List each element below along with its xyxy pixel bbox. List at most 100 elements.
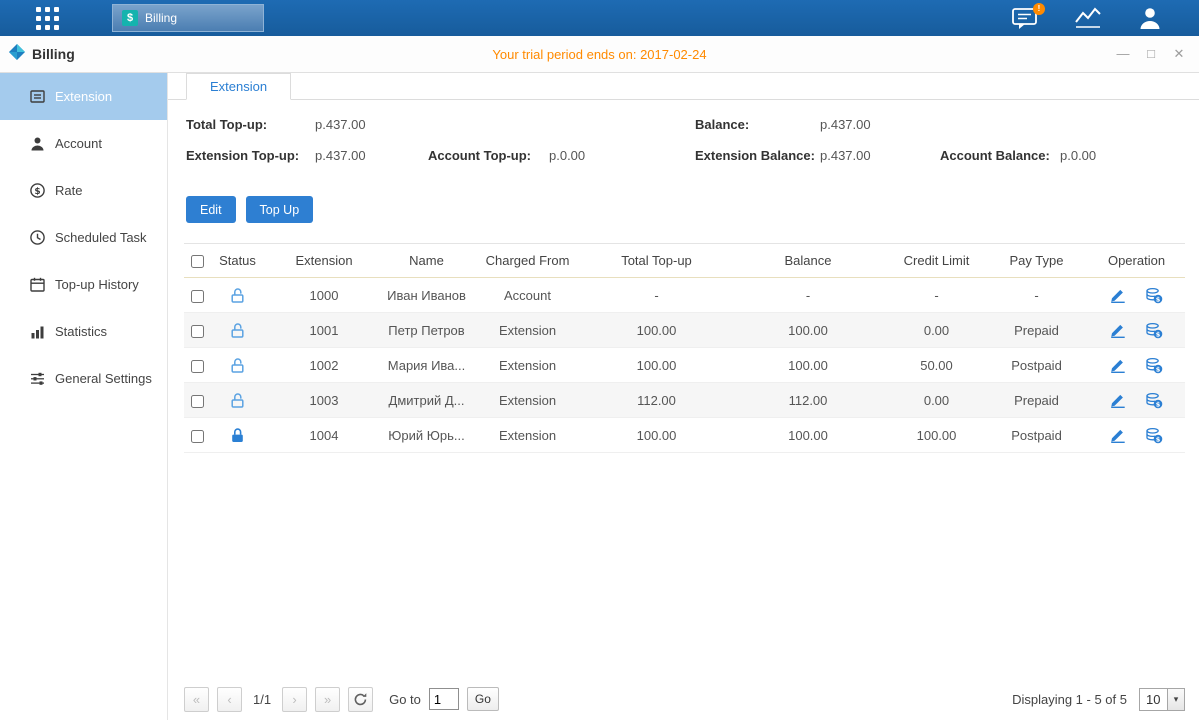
- cell-balance: 112.00: [728, 383, 888, 418]
- tab-extension[interactable]: Extension: [186, 73, 291, 100]
- table-row: 1000 Иван Иванов Account - - - - $: [184, 278, 1185, 313]
- topup-icon[interactable]: $: [1145, 287, 1163, 304]
- edit-icon[interactable]: [1110, 357, 1126, 373]
- cell-balance: 100.00: [728, 348, 888, 383]
- minimize-button[interactable]: —: [1115, 46, 1131, 62]
- chevron-down-icon: ▾: [1167, 689, 1184, 710]
- table-row: 1001 Петр Петров Extension 100.00 100.00…: [184, 313, 1185, 348]
- unlocked-icon[interactable]: [229, 322, 246, 339]
- row-checkbox[interactable]: [191, 395, 204, 408]
- apps-grid-icon[interactable]: [36, 7, 59, 30]
- col-name: Name: [383, 244, 470, 278]
- go-button[interactable]: Go: [467, 687, 499, 711]
- edit-icon[interactable]: [1110, 322, 1126, 338]
- cell-credit-limit: -: [888, 278, 985, 313]
- cell-total-topup: -: [585, 278, 728, 313]
- last-page-button[interactable]: »: [315, 687, 340, 712]
- svg-text:$: $: [1156, 435, 1161, 443]
- general-settings-icon: [29, 370, 46, 387]
- pagination-controls: « ‹ 1/1 › » Go to Go: [184, 687, 499, 712]
- cell-total-topup: 100.00: [585, 418, 728, 453]
- close-button[interactable]: ✕: [1171, 46, 1187, 62]
- extension-topup-label: Extension Top-up:: [186, 148, 299, 163]
- table-row: 1004 Юрий Юрь... Extension 100.00 100.00…: [184, 418, 1185, 453]
- col-pay-type: Pay Type: [985, 244, 1088, 278]
- cell-name: Дмитрий Д...: [383, 383, 470, 418]
- statistics-icon: [29, 323, 46, 340]
- window-controls: — □ ✕: [1115, 46, 1187, 62]
- row-checkbox[interactable]: [191, 325, 204, 338]
- messages-icon[interactable]: !: [1010, 6, 1039, 31]
- sidebar-item-label: General Settings: [55, 371, 152, 386]
- col-charged-from: Charged From: [470, 244, 585, 278]
- billing-dollar-icon: $: [122, 10, 138, 26]
- account-balance-value: p.0.00: [1060, 148, 1096, 163]
- cell-extension: 1004: [265, 418, 383, 453]
- sidebar-item-extension[interactable]: Extension: [0, 73, 167, 120]
- cell-pay-type: Prepaid: [985, 313, 1088, 348]
- cell-total-topup: 100.00: [585, 348, 728, 383]
- scheduled-task-icon: [29, 229, 46, 246]
- cell-credit-limit: 0.00: [888, 313, 985, 348]
- unlocked-icon[interactable]: [229, 392, 246, 409]
- refresh-button[interactable]: [348, 687, 373, 712]
- cell-pay-type: Postpaid: [985, 418, 1088, 453]
- sidebar-item-topup-history[interactable]: Top-up History: [0, 261, 167, 308]
- extension-balance-value: p.437.00: [820, 148, 871, 163]
- cell-total-topup: 112.00: [585, 383, 728, 418]
- edit-button[interactable]: Edit: [186, 196, 236, 223]
- cell-charged-from: Extension: [470, 383, 585, 418]
- sidebar-item-account[interactable]: Account: [0, 120, 167, 167]
- displaying-text: Displaying 1 - 5 of 5: [1012, 692, 1127, 707]
- table-row: 1003 Дмитрий Д... Extension 112.00 112.0…: [184, 383, 1185, 418]
- unlocked-icon[interactable]: [229, 357, 246, 374]
- topup-icon[interactable]: $: [1145, 357, 1163, 374]
- page-size-select[interactable]: 10 ▾: [1139, 688, 1185, 711]
- cell-extension: 1003: [265, 383, 383, 418]
- row-checkbox[interactable]: [191, 360, 204, 373]
- cell-charged-from: Extension: [470, 313, 585, 348]
- cell-total-topup: 100.00: [585, 313, 728, 348]
- edit-icon[interactable]: [1110, 392, 1126, 408]
- unlocked-icon[interactable]: [229, 287, 246, 304]
- first-page-button[interactable]: «: [184, 687, 209, 712]
- edit-icon[interactable]: [1110, 427, 1126, 443]
- topup-icon[interactable]: $: [1145, 322, 1163, 339]
- maximize-button[interactable]: □: [1143, 46, 1159, 62]
- col-status: Status: [210, 244, 265, 278]
- col-total-topup: Total Top-up: [585, 244, 728, 278]
- user-account-icon[interactable]: [1137, 6, 1163, 31]
- sidebar-item-label: Rate: [55, 183, 82, 198]
- next-page-button[interactable]: ›: [282, 687, 307, 712]
- cell-charged-from: Account: [470, 278, 585, 313]
- goto-page-input[interactable]: [429, 688, 459, 710]
- sidebar-item-general-settings[interactable]: General Settings: [0, 355, 167, 402]
- cell-name: Юрий Юрь...: [383, 418, 470, 453]
- select-all-checkbox[interactable]: [191, 255, 204, 268]
- app-title: Billing: [8, 43, 75, 66]
- row-checkbox[interactable]: [191, 430, 204, 443]
- prev-page-button[interactable]: ‹: [217, 687, 242, 712]
- topup-icon[interactable]: $: [1145, 427, 1163, 444]
- reports-chart-icon[interactable]: [1073, 6, 1103, 30]
- row-checkbox[interactable]: [191, 290, 204, 303]
- sidebar-item-rate[interactable]: $ Rate: [0, 167, 167, 214]
- topbar-tab-billing[interactable]: $ Billing: [112, 4, 264, 32]
- top-up-button[interactable]: Top Up: [246, 196, 314, 223]
- cell-name: Петр Петров: [383, 313, 470, 348]
- cell-balance: 100.00: [728, 418, 888, 453]
- app-window: $ Billing !: [0, 0, 1199, 720]
- cell-extension: 1000: [265, 278, 383, 313]
- edit-icon[interactable]: [1110, 287, 1126, 303]
- cell-pay-type: -: [985, 278, 1088, 313]
- balance-value: p.437.00: [820, 117, 871, 132]
- sidebar-item-scheduled-task[interactable]: Scheduled Task: [0, 214, 167, 261]
- summary-panel: Total Top-up: p.437.00 Balance: p.437.00…: [168, 100, 1199, 196]
- total-topup-value: p.437.00: [315, 117, 366, 132]
- sidebar-item-label: Extension: [55, 89, 112, 104]
- locked-icon[interactable]: [229, 427, 246, 444]
- pagination-bar: « ‹ 1/1 › » Go to Go Di: [184, 686, 1185, 712]
- topup-icon[interactable]: $: [1145, 392, 1163, 409]
- account-balance-label: Account Balance:: [940, 148, 1050, 163]
- sidebar-item-statistics[interactable]: Statistics: [0, 308, 167, 355]
